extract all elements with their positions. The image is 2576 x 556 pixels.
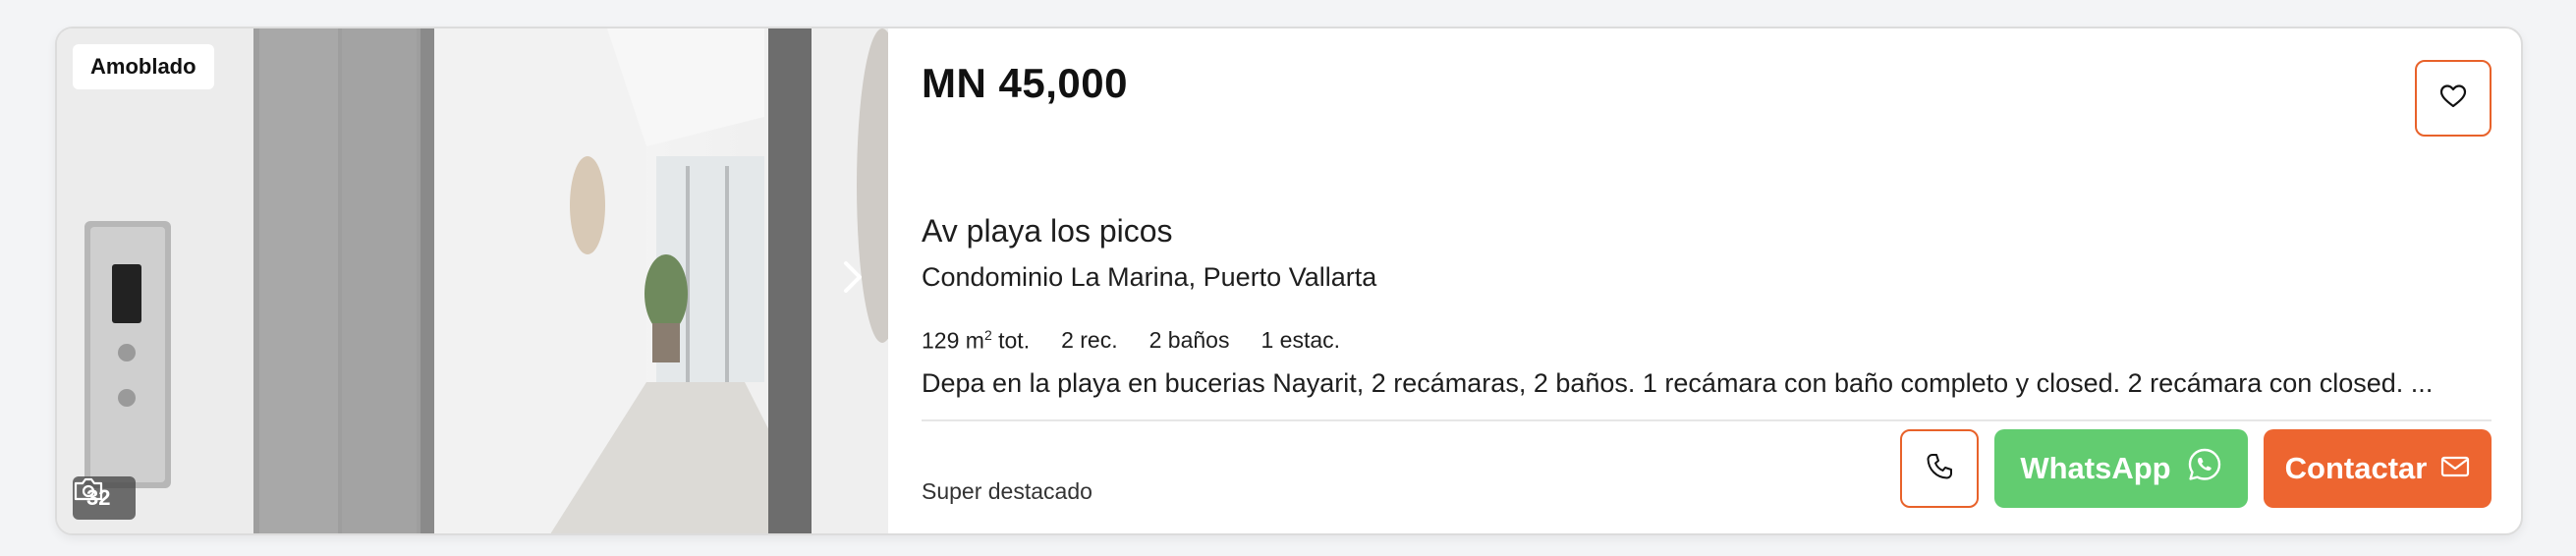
photo-illustration <box>57 28 888 533</box>
next-photo-button[interactable] <box>843 260 882 309</box>
listing-description[interactable]: Depa en la playa en bucerias Nayarit, 2 … <box>922 368 2474 399</box>
listing-price: MN 45,000 <box>922 60 1128 106</box>
whatsapp-button-label: WhatsApp <box>2020 451 2171 485</box>
furnished-badge-label: Amoblado <box>90 54 196 79</box>
heart-icon <box>2439 83 2467 114</box>
listing-address[interactable]: Av playa los picos <box>922 213 1173 250</box>
photo-count-badge[interactable]: 32 <box>73 476 137 520</box>
feature-parking: 1 estac. <box>1260 327 1341 353</box>
feature-area-value: 129 m <box>922 327 984 354</box>
feature-area-superscript: 2 <box>983 327 992 343</box>
feature-bathrooms: 2 baños <box>1148 327 1230 353</box>
listing-plan-label: Super destacado <box>922 478 1092 504</box>
listing-features: 129 m2 tot. 2 rec. 2 baños 1 estac. <box>922 327 1340 355</box>
contact-button-label: Contactar <box>2284 451 2428 485</box>
favorite-button[interactable] <box>2415 60 2492 137</box>
divider <box>922 419 2492 421</box>
listing-actions: WhatsApp Contactar <box>1900 429 2492 508</box>
whatsapp-icon <box>2187 447 2222 490</box>
feature-bedrooms: 2 rec. <box>1061 327 1118 353</box>
listing-details: MN 45,000 Av playa los picos Condominio … <box>922 28 2521 533</box>
whatsapp-button[interactable]: WhatsApp <box>1994 429 2248 508</box>
mail-icon <box>2440 451 2470 486</box>
contact-button[interactable]: Contactar <box>2264 429 2492 508</box>
furnished-badge: Amoblado <box>73 44 214 89</box>
listing-location: Condominio La Marina, Puerto Vallarta <box>922 262 1377 292</box>
call-button[interactable] <box>1900 429 1979 508</box>
listing-photo[interactable]: Amoblado 32 <box>57 28 888 533</box>
listing-card[interactable]: Amoblado 32 MN 45,000 Av playa los picos… <box>55 27 2523 535</box>
feature-area: 129 m2 tot. <box>922 327 1030 355</box>
phone-icon <box>1925 452 1954 486</box>
feature-area-unit: tot. <box>991 327 1031 354</box>
